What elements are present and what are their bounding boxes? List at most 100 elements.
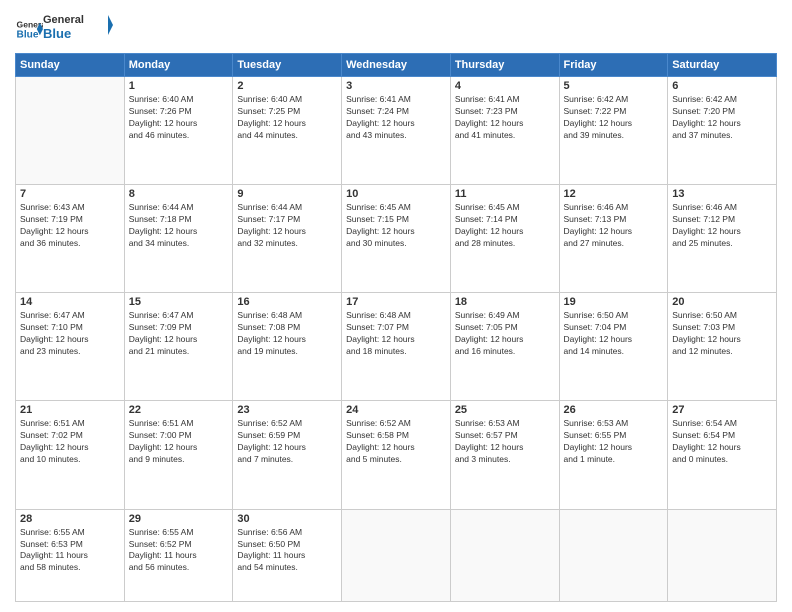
table-cell: 22 Sunrise: 6:51 AMSunset: 7:00 PMDayligh… (124, 401, 233, 509)
table-cell (559, 509, 668, 601)
day-number: 29 (129, 513, 229, 525)
day-info: Sunrise: 6:56 AMSunset: 6:50 PMDaylight:… (237, 527, 337, 575)
calendar-table: Sunday Monday Tuesday Wednesday Thursday… (15, 53, 777, 602)
svg-text:Blue: Blue (17, 29, 39, 40)
day-number: 8 (129, 188, 229, 200)
col-saturday: Saturday (668, 54, 777, 77)
day-number: 5 (564, 80, 664, 92)
table-cell: 28 Sunrise: 6:55 AMSunset: 6:53 PMDayligh… (16, 509, 125, 601)
table-cell: 10 Sunrise: 6:45 AMSunset: 7:15 PMDayligh… (342, 185, 451, 293)
day-number: 18 (455, 296, 555, 308)
day-number: 21 (20, 404, 120, 416)
day-info: Sunrise: 6:51 AMSunset: 7:02 PMDaylight:… (20, 418, 120, 466)
day-number: 25 (455, 404, 555, 416)
day-number: 30 (237, 513, 337, 525)
day-info: Sunrise: 6:42 AMSunset: 7:20 PMDaylight:… (672, 94, 772, 142)
day-number: 6 (672, 80, 772, 92)
col-wednesday: Wednesday (342, 54, 451, 77)
day-info: Sunrise: 6:47 AMSunset: 7:09 PMDaylight:… (129, 310, 229, 358)
table-cell: 20Sunrise: 6:50 AMSunset: 7:03 PMDayligh… (668, 293, 777, 401)
logo-icon: General Blue (15, 15, 43, 43)
day-info: Sunrise: 6:44 AMSunset: 7:18 PMDaylight:… (129, 202, 229, 250)
day-number: 15 (129, 296, 229, 308)
table-cell: 26Sunrise: 6:53 AMSunset: 6:55 PMDayligh… (559, 401, 668, 509)
logo-svg: General Blue (43, 10, 113, 42)
day-info: Sunrise: 6:49 AMSunset: 7:05 PMDaylight:… (455, 310, 555, 358)
day-info: Sunrise: 6:46 AMSunset: 7:13 PMDaylight:… (564, 202, 664, 250)
day-number: 11 (455, 188, 555, 200)
day-info: Sunrise: 6:48 AMSunset: 7:08 PMDaylight:… (237, 310, 337, 358)
day-info: Sunrise: 6:40 AMSunset: 7:26 PMDaylight:… (129, 94, 229, 142)
week-row: 1 Sunrise: 6:40 AMSunset: 7:26 PMDaylight… (16, 77, 777, 185)
col-sunday: Sunday (16, 54, 125, 77)
day-info: Sunrise: 6:46 AMSunset: 7:12 PMDaylight:… (672, 202, 772, 250)
table-cell: 18 Sunrise: 6:49 AMSunset: 7:05 PMDayligh… (450, 293, 559, 401)
day-info: Sunrise: 6:52 AMSunset: 6:58 PMDaylight:… (346, 418, 446, 466)
week-row: 14 Sunrise: 6:47 AMSunset: 7:10 PMDayligh… (16, 293, 777, 401)
table-cell: 3Sunrise: 6:41 AMSunset: 7:24 PMDaylight… (342, 77, 451, 185)
day-number: 24 (346, 404, 446, 416)
table-cell: 11 Sunrise: 6:45 AMSunset: 7:14 PMDayligh… (450, 185, 559, 293)
header-row: Sunday Monday Tuesday Wednesday Thursday… (16, 54, 777, 77)
table-cell: 21 Sunrise: 6:51 AMSunset: 7:02 PMDayligh… (16, 401, 125, 509)
day-info: Sunrise: 6:54 AMSunset: 6:54 PMDaylight:… (672, 418, 772, 466)
svg-text:Blue: Blue (43, 26, 71, 41)
table-cell: 7Sunrise: 6:43 AMSunset: 7:19 PMDaylight… (16, 185, 125, 293)
day-number: 19 (564, 296, 664, 308)
day-number: 9 (237, 188, 337, 200)
table-cell: 16Sunrise: 6:48 AMSunset: 7:08 PMDayligh… (233, 293, 342, 401)
header: General Blue General Blue (15, 10, 777, 47)
day-info: Sunrise: 6:45 AMSunset: 7:14 PMDaylight:… (455, 202, 555, 250)
week-row: 21 Sunrise: 6:51 AMSunset: 7:02 PMDayligh… (16, 401, 777, 509)
day-info: Sunrise: 6:55 AMSunset: 6:53 PMDaylight:… (20, 527, 120, 575)
table-cell: 4 Sunrise: 6:41 AMSunset: 7:23 PMDaylight… (450, 77, 559, 185)
table-cell: 5 Sunrise: 6:42 AMSunset: 7:22 PMDaylight… (559, 77, 668, 185)
table-cell (342, 509, 451, 601)
day-number: 4 (455, 80, 555, 92)
col-monday: Monday (124, 54, 233, 77)
day-info: Sunrise: 6:41 AMSunset: 7:24 PMDaylight:… (346, 94, 446, 142)
table-cell: 2 Sunrise: 6:40 AMSunset: 7:25 PMDaylight… (233, 77, 342, 185)
table-cell: 15 Sunrise: 6:47 AMSunset: 7:09 PMDayligh… (124, 293, 233, 401)
day-info: Sunrise: 6:45 AMSunset: 7:15 PMDaylight:… (346, 202, 446, 250)
day-number: 22 (129, 404, 229, 416)
day-number: 1 (129, 80, 229, 92)
day-number: 2 (237, 80, 337, 92)
table-cell: 8 Sunrise: 6:44 AMSunset: 7:18 PMDaylight… (124, 185, 233, 293)
day-number: 14 (20, 296, 120, 308)
day-info: Sunrise: 6:41 AMSunset: 7:23 PMDaylight:… (455, 94, 555, 142)
week-row: 7Sunrise: 6:43 AMSunset: 7:19 PMDaylight… (16, 185, 777, 293)
day-number: 20 (672, 296, 772, 308)
page: General Blue General Blue Sunday Monday … (0, 0, 792, 612)
day-info: Sunrise: 6:42 AMSunset: 7:22 PMDaylight:… (564, 94, 664, 142)
logo: General Blue General Blue (15, 10, 113, 47)
table-cell: 12 Sunrise: 6:46 AMSunset: 7:13 PMDayligh… (559, 185, 668, 293)
day-number: 7 (20, 188, 120, 200)
table-cell: 29 Sunrise: 6:55 AMSunset: 6:52 PMDayligh… (124, 509, 233, 601)
table-cell: 9Sunrise: 6:44 AMSunset: 7:17 PMDaylight… (233, 185, 342, 293)
day-number: 13 (672, 188, 772, 200)
day-info: Sunrise: 6:40 AMSunset: 7:25 PMDaylight:… (237, 94, 337, 142)
day-number: 12 (564, 188, 664, 200)
day-number: 23 (237, 404, 337, 416)
table-cell: 19 Sunrise: 6:50 AMSunset: 7:04 PMDayligh… (559, 293, 668, 401)
table-cell: 6 Sunrise: 6:42 AMSunset: 7:20 PMDaylight… (668, 77, 777, 185)
col-friday: Friday (559, 54, 668, 77)
table-cell (450, 509, 559, 601)
day-number: 17 (346, 296, 446, 308)
table-cell: 1 Sunrise: 6:40 AMSunset: 7:26 PMDaylight… (124, 77, 233, 185)
day-info: Sunrise: 6:47 AMSunset: 7:10 PMDaylight:… (20, 310, 120, 358)
table-cell: 25 Sunrise: 6:53 AMSunset: 6:57 PMDayligh… (450, 401, 559, 509)
day-number: 28 (20, 513, 120, 525)
day-number: 10 (346, 188, 446, 200)
day-info: Sunrise: 6:48 AMSunset: 7:07 PMDaylight:… (346, 310, 446, 358)
col-tuesday: Tuesday (233, 54, 342, 77)
table-cell (16, 77, 125, 185)
day-info: Sunrise: 6:51 AMSunset: 7:00 PMDaylight:… (129, 418, 229, 466)
table-cell: 14 Sunrise: 6:47 AMSunset: 7:10 PMDayligh… (16, 293, 125, 401)
day-info: Sunrise: 6:50 AMSunset: 7:04 PMDaylight:… (564, 310, 664, 358)
col-thursday: Thursday (450, 54, 559, 77)
day-info: Sunrise: 6:53 AMSunset: 6:57 PMDaylight:… (455, 418, 555, 466)
day-info: Sunrise: 6:55 AMSunset: 6:52 PMDaylight:… (129, 527, 229, 575)
day-number: 26 (564, 404, 664, 416)
